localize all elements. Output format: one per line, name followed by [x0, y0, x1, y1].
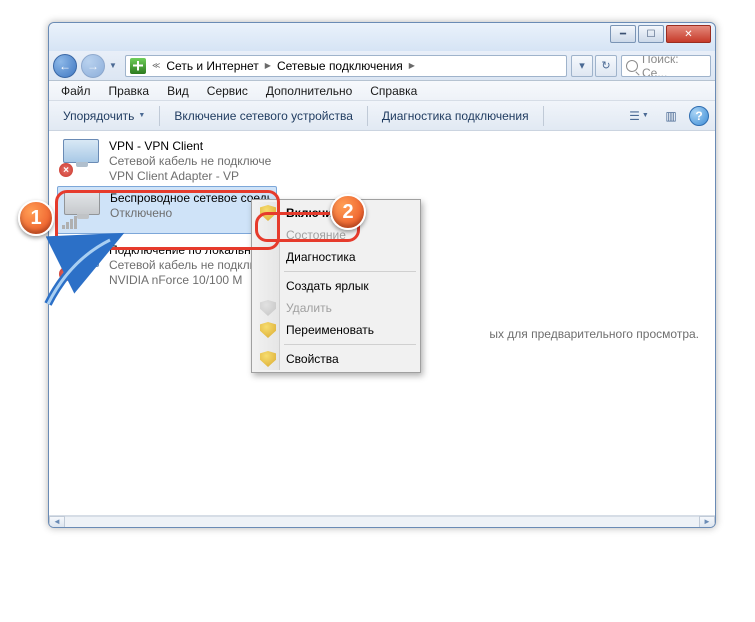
- minimize-button[interactable]: ━: [610, 25, 636, 43]
- ctx-diagnose[interactable]: Диагностика: [254, 246, 418, 268]
- connection-item-lan[interactable]: × Подключение по локальной сети Сетевой …: [57, 239, 277, 292]
- toolbar-separator: [543, 106, 544, 126]
- menu-file[interactable]: Файл: [53, 82, 99, 100]
- ctx-delete: Удалить: [254, 297, 418, 319]
- toolbar-separator: [367, 106, 368, 126]
- connection-status: Сетевой кабель не подключен: [109, 154, 271, 169]
- network-icon: [130, 58, 146, 74]
- connection-status: Отключено: [110, 206, 270, 221]
- error-x-icon: ×: [59, 267, 73, 281]
- menu-edit[interactable]: Правка: [101, 82, 158, 100]
- connection-adapter: VPN Client Adapter - VP: [109, 169, 271, 184]
- connection-text: VPN - VPN Client Сетевой кабель не подкл…: [109, 139, 271, 184]
- connection-text: Беспроводное сетевое соединение Отключен…: [110, 191, 270, 229]
- connection-icon: ×: [63, 243, 103, 281]
- connection-text: Подключение по локальной сети Сетевой ка…: [109, 243, 271, 288]
- help-button[interactable]: ?: [689, 106, 709, 126]
- preview-hint-text: ых для предварительного просмотра.: [489, 327, 699, 341]
- enable-device-button[interactable]: Включение сетевого устройства: [166, 105, 361, 127]
- address-tools: ▾ ↻: [571, 55, 617, 77]
- nav-history-dropdown[interactable]: ▼: [109, 61, 121, 70]
- menu-view[interactable]: Вид: [159, 82, 197, 100]
- explorer-window: ━ ☐ ✕ ← → ▼ ≪ Сеть и Интернет ▶ Сетевые …: [48, 22, 716, 528]
- scroll-track[interactable]: [65, 516, 699, 528]
- connection-adapter: NVIDIA nForce 10/100 M: [109, 273, 271, 288]
- titlebar: ━ ☐ ✕: [49, 23, 715, 51]
- organize-button[interactable]: Упорядочить▼: [55, 105, 153, 127]
- preview-pane-button[interactable]: ▥: [657, 105, 685, 127]
- connection-name: VPN - VPN Client: [109, 139, 271, 154]
- callout-2: 2: [330, 194, 366, 230]
- connection-item-wireless[interactable]: Беспроводное сетевое соединение Отключен…: [57, 186, 277, 234]
- connection-icon: [64, 191, 104, 229]
- menu-help[interactable]: Справка: [362, 82, 425, 100]
- content-pane[interactable]: × VPN - VPN Client Сетевой кабель не под…: [49, 131, 715, 515]
- scroll-left-button[interactable]: ◄: [49, 516, 65, 528]
- search-icon: [626, 60, 638, 72]
- shield-icon: [260, 300, 276, 316]
- horizontal-scrollbar[interactable]: ◄ ►: [49, 515, 715, 527]
- toolbar-separator: [159, 106, 160, 126]
- refresh-button[interactable]: ↻: [595, 55, 617, 77]
- menu-extra[interactable]: Дополнительно: [258, 82, 360, 100]
- address-bar[interactable]: ≪ Сеть и Интернет ▶ Сетевые подключения …: [125, 55, 567, 77]
- error-x-icon: ×: [59, 163, 73, 177]
- connection-item-vpn[interactable]: × VPN - VPN Client Сетевой кабель не под…: [57, 135, 277, 188]
- ctx-properties[interactable]: Свойства: [254, 348, 418, 370]
- chevron-right-icon[interactable]: ▶: [265, 61, 271, 70]
- connection-name: Подключение по локальной сети: [109, 243, 271, 258]
- ctx-create-shortcut[interactable]: Создать ярлык: [254, 275, 418, 297]
- scroll-right-button[interactable]: ►: [699, 516, 715, 528]
- maximize-button[interactable]: ☐: [638, 25, 664, 43]
- view-mode-button[interactable]: ☰▼: [625, 105, 653, 127]
- menubar: Файл Правка Вид Сервис Дополнительно Спр…: [49, 81, 715, 101]
- back-button[interactable]: ←: [53, 54, 77, 78]
- diagnose-button[interactable]: Диагностика подключения: [374, 105, 537, 127]
- search-input[interactable]: Поиск: Се...: [621, 55, 711, 77]
- chevron-right-icon[interactable]: ▶: [409, 61, 415, 70]
- connection-status: Сетевой кабель не подключен: [109, 258, 271, 273]
- breadcrumb-level2[interactable]: Сетевые подключения: [277, 59, 403, 73]
- ctx-rename[interactable]: Переименовать: [254, 319, 418, 341]
- context-menu-separator: [284, 271, 416, 272]
- connection-name: Беспроводное сетевое соединение: [110, 191, 270, 206]
- connection-icon: ×: [63, 139, 103, 177]
- shield-icon: [260, 351, 276, 367]
- signal-bars-icon: [62, 215, 78, 229]
- breadcrumb-separator: ≪: [152, 61, 160, 70]
- menu-tools[interactable]: Сервис: [199, 82, 256, 100]
- context-menu-separator: [284, 344, 416, 345]
- callout-1: 1: [18, 200, 54, 236]
- toolbar: Упорядочить▼ Включение сетевого устройст…: [49, 101, 715, 131]
- close-button[interactable]: ✕: [666, 25, 711, 43]
- ctx-status: Состояние: [254, 224, 418, 246]
- shield-icon: [260, 322, 276, 338]
- address-dropdown[interactable]: ▾: [571, 55, 593, 77]
- address-bar-row: ← → ▼ ≪ Сеть и Интернет ▶ Сетевые подклю…: [49, 51, 715, 81]
- forward-button[interactable]: →: [81, 54, 105, 78]
- shield-icon: [260, 205, 276, 221]
- breadcrumb-level1[interactable]: Сеть и Интернет: [166, 59, 258, 73]
- search-placeholder: Поиск: Се...: [642, 55, 706, 77]
